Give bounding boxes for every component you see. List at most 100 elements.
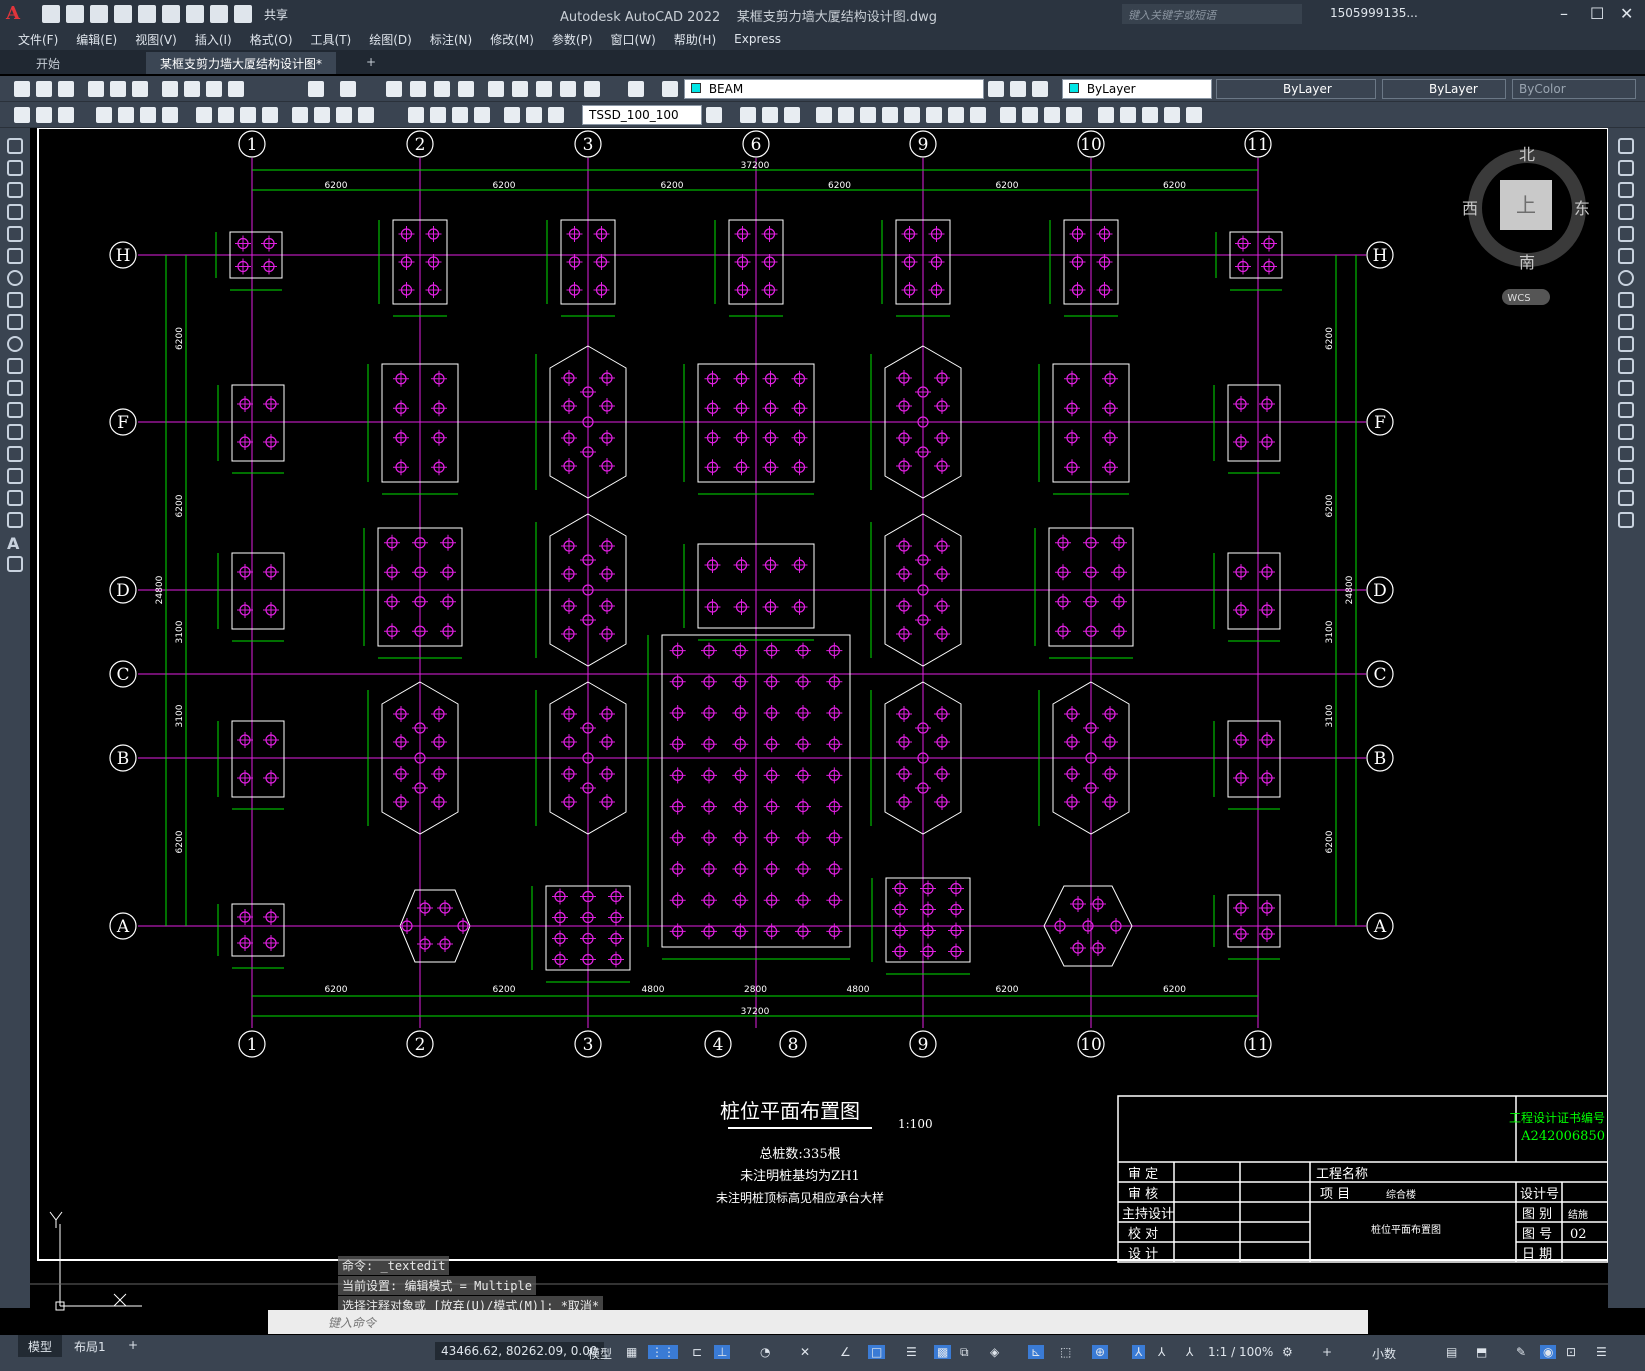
isolate-objects-icon[interactable]: ✎ [1516, 1345, 1526, 1359]
modify-icon-14[interactable] [1044, 107, 1060, 123]
extend-icon[interactable] [1618, 358, 1634, 374]
selection-filter-icon[interactable]: ⬚ [1060, 1345, 1071, 1359]
publish-icon[interactable] [132, 81, 148, 97]
modify-icon-10[interactable] [948, 107, 964, 123]
tool-icon-1[interactable] [14, 107, 30, 123]
auto-scale-icon[interactable]: ⅄ [1158, 1345, 1165, 1359]
dim-space-icon[interactable] [358, 107, 374, 123]
mirror-icon[interactable] [1618, 182, 1634, 198]
menu-help[interactable]: 帮助(H) [674, 31, 716, 48]
copy-object-icon[interactable] [1618, 160, 1634, 176]
user-account[interactable]: 1505999135... [1330, 6, 1418, 20]
hardware-acceleration-icon[interactable]: ◉ [1540, 1345, 1557, 1359]
tab-add-layout[interactable]: + [118, 1335, 148, 1357]
lineweight-icon[interactable]: ☰ [906, 1345, 917, 1359]
dim-style-icon[interactable] [706, 107, 722, 123]
line-icon[interactable] [7, 138, 23, 154]
modify-icon-12[interactable] [1000, 107, 1016, 123]
workspace-gear-icon[interactable]: ⚙ [1282, 1345, 1293, 1359]
coordinates-readout[interactable]: 43466.62, 80262.09, 0.00 [435, 1342, 604, 1360]
ordinate-dim-icon[interactable] [162, 107, 178, 123]
ortho-icon[interactable]: ⊥ [714, 1345, 731, 1359]
scale-icon[interactable] [1618, 292, 1634, 308]
viewcube-east[interactable]: 东 [1574, 199, 1590, 218]
dim-text-edit-icon[interactable] [526, 107, 542, 123]
paste-icon[interactable] [206, 81, 222, 97]
snap-icon[interactable]: ⋮⋮ [648, 1345, 678, 1359]
close-button[interactable]: ✕ [1620, 4, 1633, 23]
infer-constraints-icon[interactable]: ⊏ [692, 1345, 702, 1359]
trim-icon[interactable] [1618, 336, 1634, 352]
dimstyle-dropdown[interactable]: TSSD_100_100 [582, 105, 702, 125]
modify-icon-8[interactable] [904, 107, 920, 123]
tab-start[interactable]: 开始 [22, 52, 74, 74]
menu-file[interactable]: 文件(F) [18, 31, 58, 48]
open-icon[interactable] [66, 5, 84, 23]
polyline-icon[interactable] [7, 182, 23, 198]
aligned-dim-icon[interactable] [118, 107, 134, 123]
angular-dim-icon[interactable] [262, 107, 278, 123]
modify-icon-1[interactable] [740, 107, 756, 123]
menu-edit[interactable]: 编辑(E) [76, 31, 117, 48]
array-icon[interactable] [1618, 226, 1634, 242]
3d-object-snap-icon[interactable]: ◈ [990, 1345, 999, 1359]
autocad-logo-icon[interactable]: A [6, 3, 28, 25]
revision-cloud-icon[interactable] [7, 292, 23, 308]
redo-icon[interactable] [234, 5, 252, 23]
hatch-icon[interactable] [7, 446, 23, 462]
calculator-icon[interactable] [584, 81, 600, 97]
lineweight-dropdown[interactable]: ByLayer [1382, 79, 1506, 99]
modify-icon-4[interactable] [816, 107, 832, 123]
modify-icon-5[interactable] [838, 107, 854, 123]
baseline-dim-icon[interactable] [314, 107, 330, 123]
undo-icon[interactable] [210, 5, 228, 23]
rectangle-icon[interactable] [7, 226, 23, 242]
object-snap-icon[interactable]: □ [868, 1345, 886, 1359]
tool-palette-icon[interactable] [536, 81, 552, 97]
help-icon[interactable] [628, 81, 644, 97]
viewcube[interactable]: 上 北 南 东 西 WCS [1462, 145, 1590, 305]
annotation-scale-value[interactable]: 1:1 / 100% [1208, 1345, 1273, 1359]
layer-previous-icon[interactable] [1010, 81, 1026, 97]
maximize-button[interactable]: ☐ [1590, 4, 1604, 23]
menu-view[interactable]: 视图(V) [135, 31, 177, 48]
tab-layout1[interactable]: 布局1 [64, 1335, 116, 1357]
explode-icon[interactable] [1618, 512, 1634, 528]
menu-tools[interactable]: 工具(T) [311, 31, 352, 48]
modify-icon-7[interactable] [882, 107, 898, 123]
modify-icon-15[interactable] [1066, 107, 1082, 123]
zoom-previous-icon[interactable] [458, 81, 474, 97]
modify-icon-16[interactable] [1098, 107, 1114, 123]
rotate-icon[interactable] [1618, 270, 1634, 286]
transparency-icon[interactable]: ▩ [934, 1345, 952, 1359]
open-icon[interactable] [36, 81, 52, 97]
modify-icon-20[interactable] [1186, 107, 1202, 123]
continue-dim-icon[interactable] [336, 107, 352, 123]
save-icon[interactable] [90, 5, 108, 23]
plot-icon[interactable] [88, 81, 104, 97]
jogged-dim-icon[interactable] [218, 107, 234, 123]
menu-dimension[interactable]: 标注(N) [430, 31, 472, 48]
layer-states-icon[interactable] [1032, 81, 1048, 97]
customization-icon[interactable]: ☰ [1596, 1345, 1607, 1359]
blend-curves-icon[interactable] [1618, 490, 1634, 506]
design-center-icon[interactable] [512, 81, 528, 97]
polygon-icon[interactable] [7, 204, 23, 220]
erase-icon[interactable] [1618, 138, 1634, 154]
circle-icon[interactable] [7, 270, 23, 286]
tool-icon-3[interactable] [58, 107, 74, 123]
ellipse-arc-icon[interactable] [7, 358, 23, 374]
join-icon[interactable] [1618, 424, 1634, 440]
menu-express[interactable]: Express [734, 32, 781, 46]
zoom-realtime-icon[interactable] [410, 81, 426, 97]
inspection-icon[interactable] [452, 107, 468, 123]
polar-tracking-icon[interactable]: ◔ [760, 1345, 770, 1359]
menu-insert[interactable]: 插入(I) [195, 31, 232, 48]
tolerance-icon[interactable] [408, 107, 424, 123]
gizmo-icon[interactable]: ⊕ [1092, 1345, 1109, 1359]
table-icon[interactable] [7, 512, 23, 528]
menu-window[interactable]: 窗口(W) [611, 31, 656, 48]
color-dropdown[interactable]: ByLayer [1062, 79, 1212, 99]
modify-icon-17[interactable] [1120, 107, 1136, 123]
multiline-text-icon[interactable]: A [7, 534, 23, 553]
